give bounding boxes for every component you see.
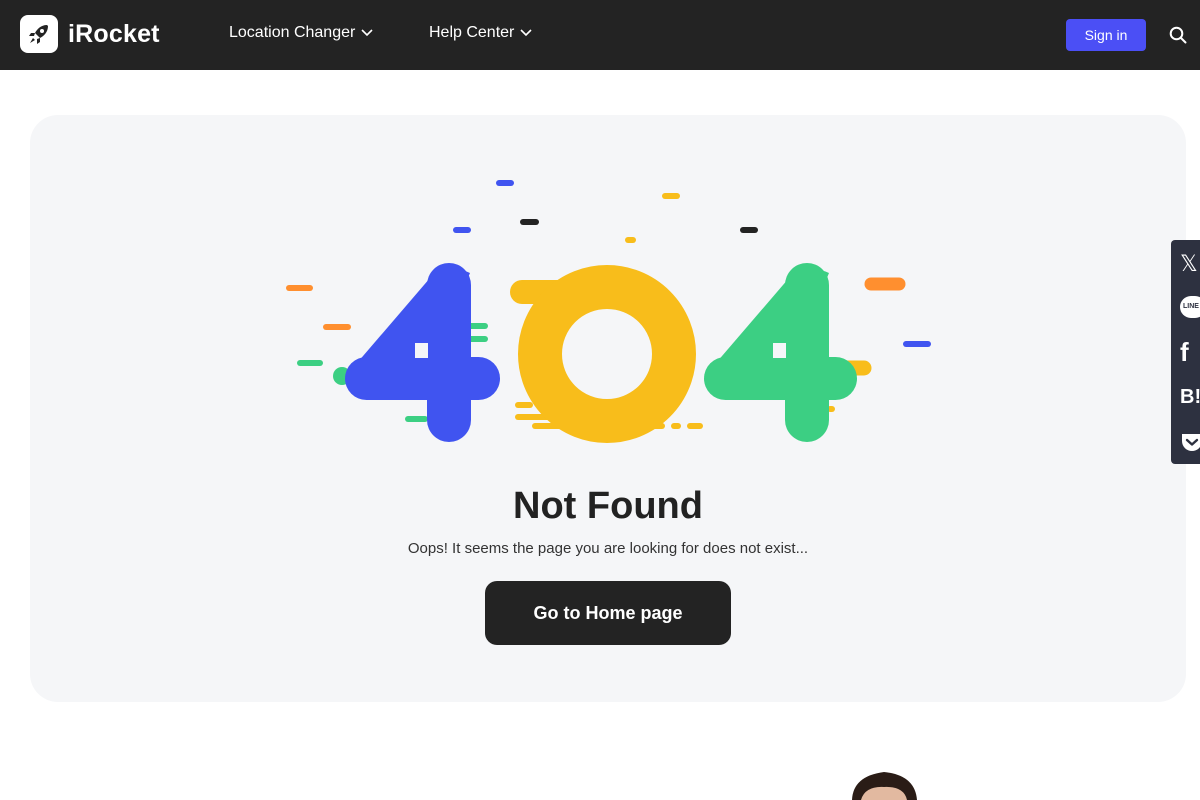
nav-location-changer-label: Location Changer	[229, 24, 356, 41]
x-twitter-icon: 𝕏	[1180, 251, 1198, 276]
go-home-button[interactable]: Go to Home page	[485, 581, 731, 645]
page-title: Not Found	[513, 485, 703, 527]
search-icon[interactable]	[1169, 26, 1187, 44]
share-line-button[interactable]: LINE	[1180, 292, 1200, 322]
line-icon: LINE	[1180, 296, 1200, 318]
share-facebook-button[interactable]: f	[1180, 337, 1200, 367]
error-404-illustration	[286, 180, 931, 443]
sign-in-button[interactable]: Sign in	[1066, 19, 1146, 51]
chevron-down-icon	[520, 29, 532, 37]
nav-help-center[interactable]: Help Center	[429, 24, 532, 42]
share-sidebar: 𝕏 LINE f B!	[1171, 240, 1200, 464]
person-photo	[852, 772, 917, 800]
chevron-down-icon	[361, 29, 373, 37]
top-navbar: iRocket Location Changer Help Center Sig…	[0, 0, 1200, 70]
error-message: Oops! It seems the page you are looking …	[407, 540, 809, 557]
share-hatena-button[interactable]: B!	[1180, 382, 1200, 412]
nav-help-center-label: Help Center	[429, 24, 515, 41]
blogger-icon: B!	[1180, 385, 1200, 408]
pocket-icon	[1182, 434, 1200, 451]
facebook-icon: f	[1180, 336, 1189, 367]
share-pocket-button[interactable]	[1180, 427, 1200, 457]
nav-location-changer[interactable]: Location Changer	[229, 24, 373, 42]
not-found-card: Not Found Oops! It seems the page you ar…	[30, 115, 1186, 702]
rocket-icon	[20, 15, 58, 53]
share-x-button[interactable]: 𝕏	[1180, 249, 1200, 279]
brand-name: iRocket	[68, 19, 160, 48]
brand-logo[interactable]: iRocket	[20, 15, 160, 53]
